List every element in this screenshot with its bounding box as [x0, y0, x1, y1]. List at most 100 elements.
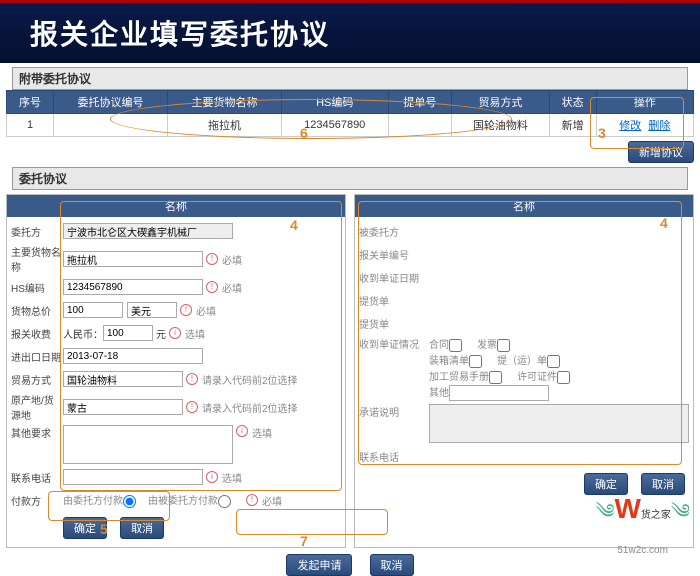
- receipt-date-label: 收到单证日期: [359, 270, 429, 285]
- section-attached-agreements: 附带委托协议: [12, 67, 688, 90]
- other-req-textarea[interactable]: [63, 425, 233, 464]
- entrustor-label: 委托方: [11, 224, 63, 239]
- pay-label: 付款方: [11, 493, 63, 508]
- fee-prefix: 人民币：: [63, 326, 103, 341]
- left-panel: 名称 委托方 主要货物名称 ! 必填 HS编码 ! 必填: [6, 194, 346, 548]
- cell-agreement-no: [54, 114, 168, 137]
- contract-checkbox[interactable]: [449, 339, 462, 352]
- table-row: 1 拖拉机 1234567890 国轮油物料 新增 修改 删除: [7, 114, 694, 137]
- required-icon: !: [186, 373, 198, 385]
- cell-hs: 1234567890: [281, 114, 388, 137]
- date-label: 进出口日期: [11, 349, 63, 364]
- th-trade: 贸易方式: [452, 91, 549, 114]
- required-icon: !: [206, 281, 218, 293]
- entrustor-input[interactable]: [63, 223, 233, 239]
- cert-label: 收到单证情况: [359, 336, 429, 351]
- th-ops: 操作: [596, 91, 693, 114]
- invoice-label: 发票: [477, 340, 497, 351]
- bill-lading-label: 提货单: [359, 293, 429, 308]
- required-icon: !: [246, 494, 258, 506]
- goods-label: 主要货物名称: [11, 244, 63, 274]
- cell-idx: 1: [7, 114, 54, 137]
- cell-trade: 国轮油物料: [452, 114, 549, 137]
- other-label: 其他要求: [11, 425, 63, 440]
- required-icon: !: [180, 304, 192, 316]
- new-agreement-button[interactable]: 新增协议: [628, 141, 694, 163]
- origin-label: 原产地/货源地: [11, 392, 63, 422]
- pay-opt1-label[interactable]: 由委托方付款: [63, 492, 138, 508]
- th-bill: 提单号: [388, 91, 452, 114]
- invoice-checkbox[interactable]: [497, 339, 510, 352]
- laurel-right-icon: ༄: [671, 501, 690, 523]
- manual-checkbox[interactable]: [489, 371, 502, 384]
- required-icon: !: [186, 401, 198, 413]
- license-checkbox[interactable]: [557, 371, 570, 384]
- th-idx: 序号: [7, 91, 54, 114]
- cell-goods: 拖拉机: [168, 114, 282, 137]
- left-confirm-button[interactable]: 确定: [63, 517, 107, 539]
- slide-title: 报关企业填写委托协议: [30, 13, 670, 53]
- note-label: 承诺说明: [359, 404, 429, 419]
- phone-input[interactable]: [63, 469, 203, 485]
- other-cert-input[interactable]: [449, 385, 549, 401]
- required-hint: 必填: [222, 280, 242, 295]
- fee-label: 报关收费: [11, 326, 63, 341]
- optional-hint: 选填: [185, 326, 205, 341]
- th-agreement-no: 委托协议编号: [54, 91, 168, 114]
- manual-label: 加工贸易手册: [429, 372, 489, 383]
- laurel-left-icon: ༄: [595, 501, 614, 523]
- cell-bill: [388, 114, 452, 137]
- contract-label: 合同: [429, 340, 449, 351]
- required-hint: 必填: [222, 252, 242, 267]
- optional-hint: 选填: [222, 470, 242, 485]
- pay-opt2-label[interactable]: 由被委托方付款: [148, 492, 233, 508]
- permit-checkbox[interactable]: [547, 355, 560, 368]
- license-label: 许可证件: [517, 372, 557, 383]
- trade-input[interactable]: [63, 371, 183, 387]
- origin-hint: 请录入代码前2位选择: [202, 400, 298, 415]
- optional-icon: i: [206, 471, 218, 483]
- pay-opt1-radio[interactable]: [123, 495, 136, 508]
- send-request-button[interactable]: 发起申请: [286, 554, 352, 576]
- packing-checkbox[interactable]: [469, 355, 482, 368]
- section-agreement-form: 委托协议: [12, 167, 688, 190]
- fee-unit: 元: [156, 326, 166, 341]
- th-status: 状态: [549, 91, 596, 114]
- hs-label: HS编码: [11, 280, 63, 295]
- trade-hint: 请录入代码前2位选择: [202, 372, 298, 387]
- trade-label: 贸易方式: [11, 372, 63, 387]
- cell-ops: 修改 删除: [596, 114, 693, 137]
- optional-icon: i: [169, 327, 181, 339]
- bill-no-label: 报关单编号: [359, 247, 429, 262]
- watermark-logo-icon: W: [614, 493, 640, 524]
- date-input[interactable]: [63, 348, 203, 364]
- goods-input[interactable]: [63, 251, 203, 267]
- origin-input[interactable]: [63, 399, 183, 415]
- pay-opt2-radio[interactable]: [218, 495, 231, 508]
- slide-header: 报关企业填写委托协议: [0, 0, 700, 63]
- agreements-table: 序号 委托协议编号 主要货物名称 HS编码 提单号 贸易方式 状态 操作 1 拖…: [6, 90, 694, 137]
- total-input[interactable]: [63, 302, 123, 318]
- phone-label: 联系电话: [11, 470, 63, 485]
- edit-link[interactable]: 修改: [619, 120, 641, 132]
- cell-status: 新增: [549, 114, 596, 137]
- watermark-brand: 货之家: [641, 510, 671, 521]
- entrustee-label: 被委托方: [359, 224, 429, 239]
- hs-input[interactable]: [63, 279, 203, 295]
- note-textarea[interactable]: [429, 404, 689, 443]
- total-unit-input[interactable]: [127, 302, 177, 318]
- fee-input[interactable]: [103, 325, 153, 341]
- watermark-url: 51w2c.com: [617, 545, 668, 556]
- main-content: 附带委托协议 序号 委托协议编号 主要货物名称 HS编码 提单号 贸易方式 状态…: [0, 67, 700, 576]
- required-hint: 必填: [196, 303, 216, 318]
- delete-link[interactable]: 删除: [648, 120, 670, 132]
- left-cancel-button[interactable]: 取消: [120, 517, 164, 539]
- optional-hint: 选填: [252, 425, 272, 440]
- watermark: ༄W货之家༄ 51w2c.com: [595, 489, 690, 556]
- total-label: 货物总价: [11, 303, 63, 318]
- permit-label: 提（运）单: [497, 356, 547, 367]
- left-panel-head: 名称: [7, 195, 345, 217]
- footer-cancel-button[interactable]: 取消: [370, 554, 414, 576]
- packing-label: 装箱清单: [429, 356, 469, 367]
- optional-icon: i: [236, 425, 248, 437]
